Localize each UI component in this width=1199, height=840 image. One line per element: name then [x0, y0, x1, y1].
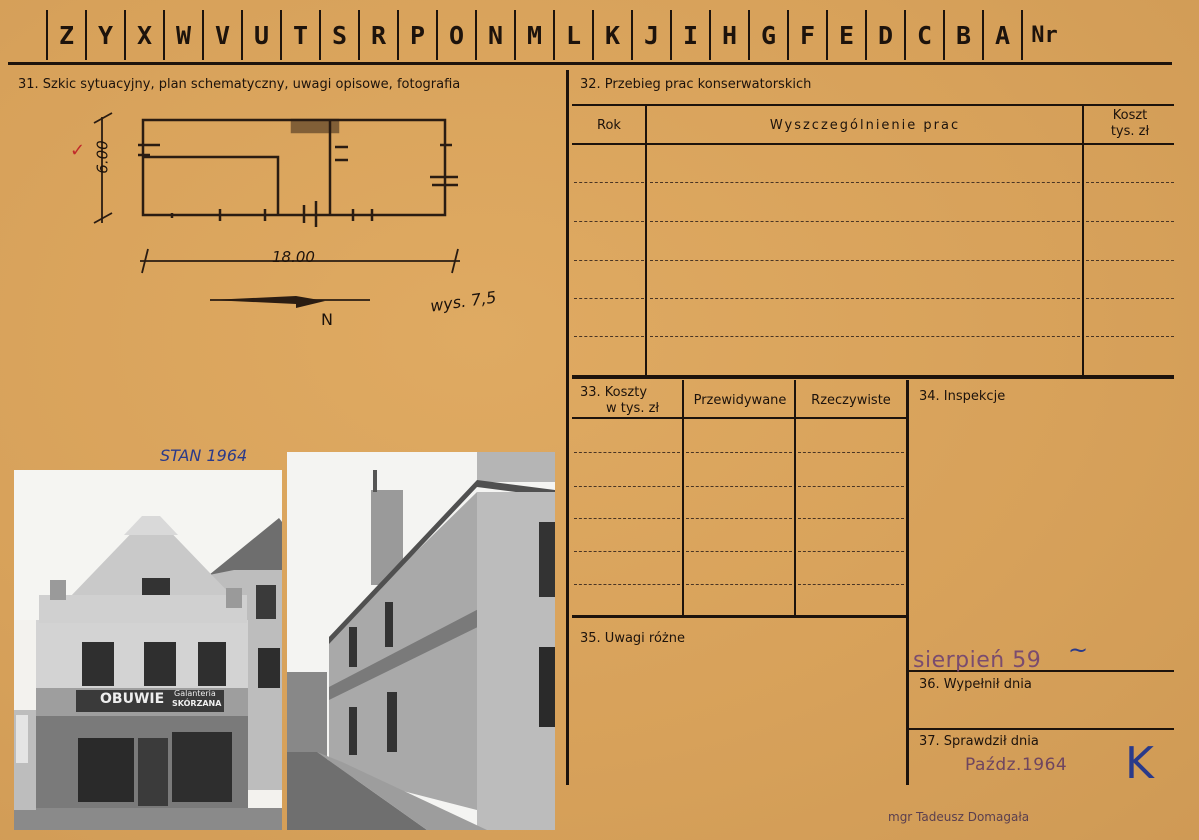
letter-cell-n: N [475, 10, 514, 60]
letter-cell-b: B [943, 10, 982, 60]
sketch-dim-vertical: 6.00 [93, 140, 112, 174]
signature-36: ~ [1068, 636, 1089, 664]
s33-row-line [686, 518, 792, 519]
s33-col-planned: Przewidywane [693, 393, 787, 408]
section-35-label: 35. Uwagi różne [580, 631, 685, 646]
s32-col-divider-2 [1082, 104, 1084, 376]
letter-cell-a: A [982, 10, 1021, 60]
shop-sign-small: Galanteria [174, 689, 216, 698]
section-36-label: 36. Wypełnił dnia [919, 677, 1032, 692]
sketch-dim-horizontal: 18.00 [272, 248, 315, 266]
s33-row-line [686, 452, 792, 453]
main-divider [566, 70, 569, 785]
s37-top-rule [908, 728, 1174, 730]
s33-row-line [686, 486, 792, 487]
header-rule [8, 62, 1172, 65]
sketch-north-label: N [321, 310, 333, 329]
letter-cell-t: T [280, 10, 319, 60]
s32-bottom-rule [572, 375, 1174, 379]
letter-cell-l: L [553, 10, 592, 60]
s32-row-line [574, 336, 644, 337]
initials-signature: K [1125, 738, 1154, 789]
s32-col-rok: Rok [597, 118, 621, 133]
s32-row-line [574, 298, 644, 299]
letter-cell-s: S [319, 10, 358, 60]
s33-row-line [574, 486, 680, 487]
letter-cell-u: U [241, 10, 280, 60]
s32-row-line [1086, 182, 1174, 183]
section-32-label: 32. Przebieg prac konserwatorskich [580, 77, 812, 92]
s33-row-line [798, 518, 904, 519]
s32-col-works: Wyszczególnienie prac [769, 118, 961, 133]
letter-cell-o: O [436, 10, 475, 60]
section-33-label-1: 33. Koszty [580, 385, 648, 400]
s33-row-line [574, 584, 680, 585]
letter-cell-e: E [826, 10, 865, 60]
s32-row-line [1086, 260, 1174, 261]
s33-row-line [798, 452, 904, 453]
letter-cell-w: W [163, 10, 202, 60]
s32-row-line [574, 260, 644, 261]
letter-cell-c: C [904, 10, 943, 60]
s32-row-line [650, 260, 1080, 261]
conservation-record-card: Z Y X W V U T S R P O N M L K J I H G F E D C B A Nr 31. Szkic sy… [0, 0, 1199, 840]
letter-index-header: Z Y X W V U T S R P O N M L K J I H G F E D C B A Nr [46, 10, 1066, 60]
letter-cell-v: V [202, 10, 241, 60]
s33-row-line [798, 551, 904, 552]
s33-row-line [574, 518, 680, 519]
s32-col-cost-1: Koszt [1112, 108, 1148, 123]
s33-col-divider-2 [794, 380, 796, 616]
s32-row-line [574, 221, 644, 222]
s33-col-divider-1 [682, 380, 684, 616]
stamp-date-36: sierpień 59 [913, 648, 1042, 673]
s33-header-rule [572, 417, 906, 419]
letter-cell-d: D [865, 10, 904, 60]
s33-row-line [798, 486, 904, 487]
s32-row-line [1086, 298, 1174, 299]
letter-cell-f: F [787, 10, 826, 60]
letter-cell-r: R [358, 10, 397, 60]
letter-cell-j: J [631, 10, 670, 60]
letter-cell-z: Z [46, 10, 85, 60]
s33-col-actual: Rzeczywiste [811, 393, 891, 408]
s33-row-line [798, 584, 904, 585]
letter-cell-i: I [670, 10, 709, 60]
photo-front-facade: OBUWIE Galanteria SKÓRZANA [14, 470, 282, 830]
photo-side-street [287, 452, 555, 830]
stamp-date-37: Paźdz.1964 [965, 755, 1068, 775]
red-check-mark: ✓ [70, 140, 86, 161]
section-31-label: 31. Szkic sytuacyjny, plan schematyczny,… [18, 77, 461, 92]
s33-row-line [686, 584, 792, 585]
s33-bottom-rule [572, 615, 906, 618]
letter-cell-p: P [397, 10, 436, 60]
right-divider [906, 380, 909, 785]
s33-row-line [574, 452, 680, 453]
s32-row-line [650, 182, 1080, 183]
s32-col-cost-2: tys. zł [1110, 124, 1150, 139]
section-37-label: 37. Sprawdził dnia [919, 734, 1039, 749]
letter-cell-h: H [709, 10, 748, 60]
letter-cell-g: G [748, 10, 787, 60]
letter-cell-nr: Nr [1021, 10, 1066, 60]
s32-row-line [1086, 221, 1174, 222]
letter-cell-m: M [514, 10, 553, 60]
letter-cell-x: X [124, 10, 163, 60]
s32-row-line [574, 182, 644, 183]
shop-sign-small2: SKÓRZANA [172, 699, 222, 708]
letter-cell-k: K [592, 10, 631, 60]
signature-name-stamp: mgr Tadeusz Domagała [888, 810, 1030, 824]
section-33-label-2: w tys. zł [606, 401, 660, 416]
section-34-label: 34. Inspekcje [919, 389, 1006, 404]
letter-cell-y: Y [85, 10, 124, 60]
shop-sign-main: OBUWIE [100, 691, 165, 707]
s32-row-line [1086, 336, 1174, 337]
s33-row-line [574, 551, 680, 552]
s32-row-line [650, 221, 1080, 222]
photo-caption: STAN 1964 [160, 446, 248, 465]
s32-col-divider-1 [645, 104, 647, 376]
s32-row-line [650, 298, 1080, 299]
s32-row-line [650, 336, 1080, 337]
s33-row-line [686, 551, 792, 552]
